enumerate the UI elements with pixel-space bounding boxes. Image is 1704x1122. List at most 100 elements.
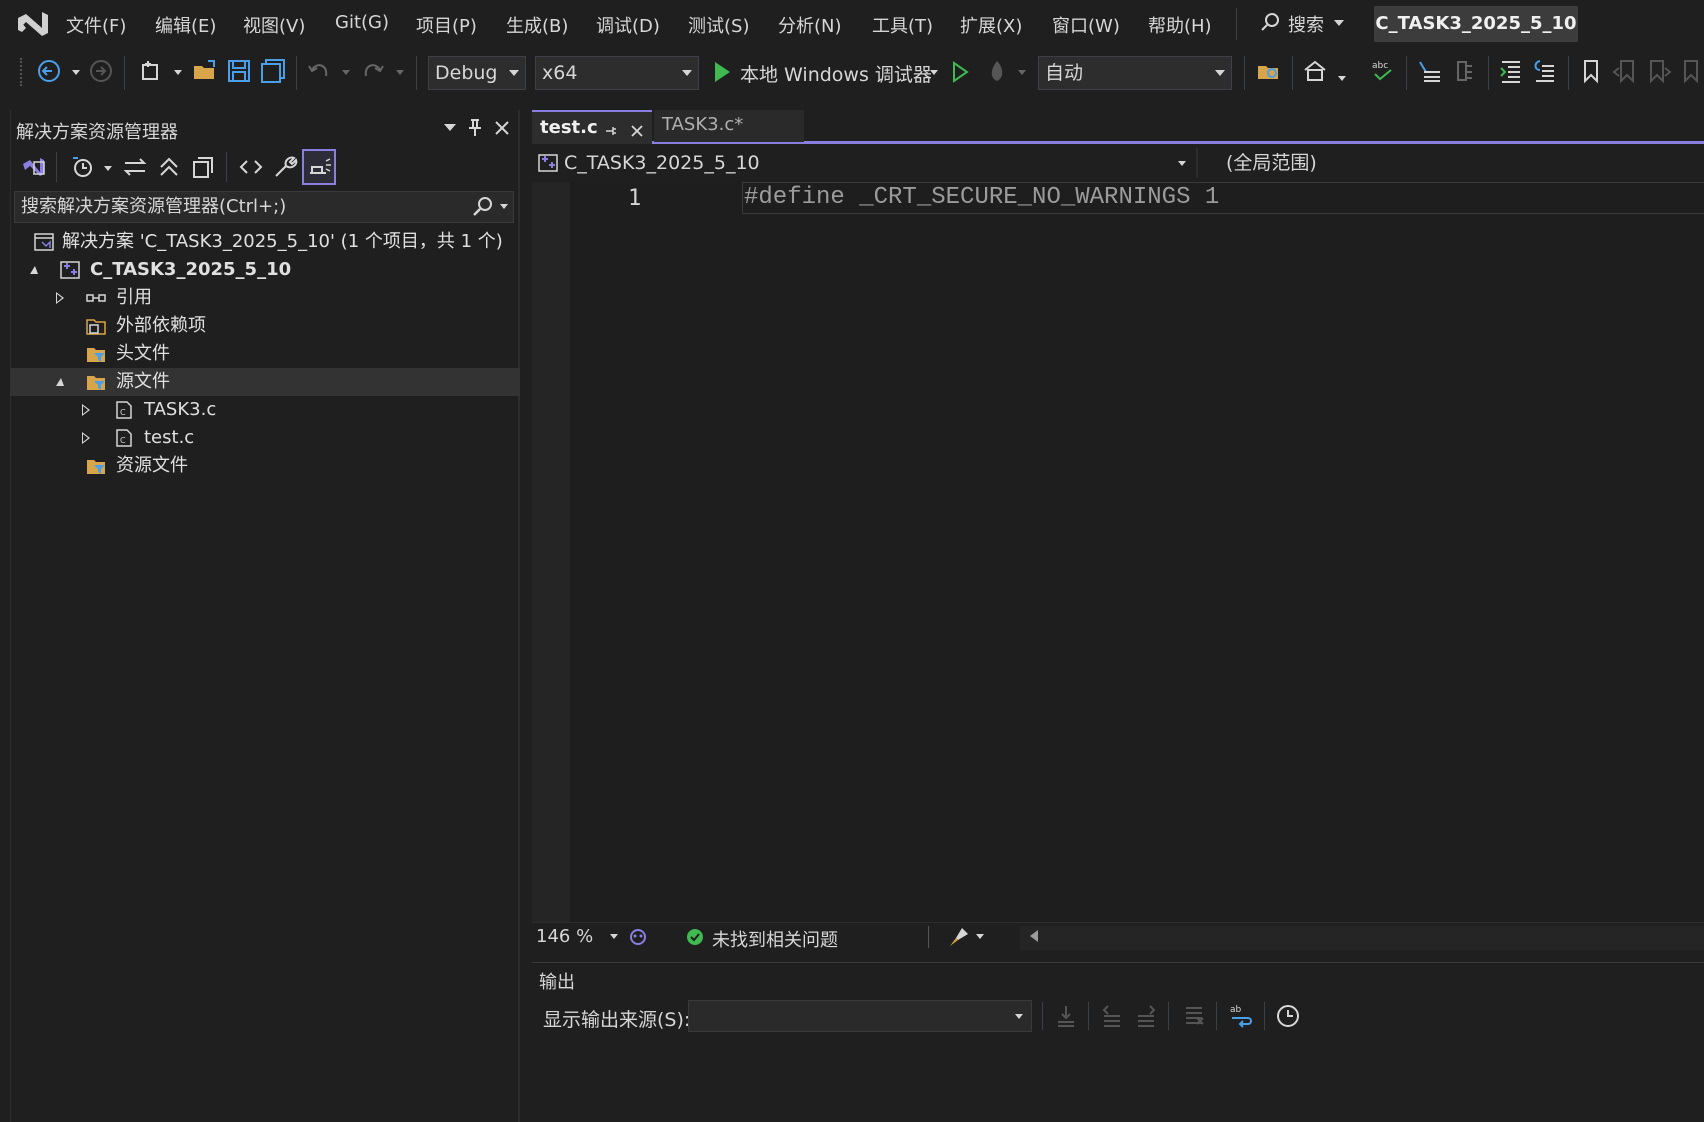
horizontal-scrollbar[interactable]	[1020, 926, 1704, 950]
menu-tools[interactable]: 工具(T)	[872, 12, 933, 38]
panel-options-icon[interactable]	[444, 124, 456, 131]
menu-file[interactable]: 文件(F)	[66, 12, 126, 38]
pending-changes-icon[interactable]	[70, 154, 96, 180]
collapse-icon[interactable]	[56, 378, 64, 386]
tree-item-references[interactable]: 引用	[10, 284, 520, 312]
show-all-files-icon[interactable]	[190, 154, 216, 180]
tab-task3-c[interactable]: TASK3.c*	[654, 110, 804, 142]
menu-analyze[interactable]: 分析(N)	[778, 12, 842, 38]
solution-search-input[interactable]: 搜索解决方案资源管理器(Ctrl+;)	[14, 191, 514, 223]
pin-tab-icon[interactable]	[604, 124, 618, 138]
issues-status[interactable]: 未找到相关问题	[712, 926, 838, 952]
bookmark-icon[interactable]	[1578, 58, 1604, 84]
pin-icon[interactable]	[466, 118, 484, 138]
menu-extensions[interactable]: 扩展(X)	[960, 12, 1022, 38]
cleanup-dropdown-icon[interactable]	[976, 934, 984, 939]
output-source-select[interactable]	[688, 1000, 1032, 1032]
pending-dropdown-icon[interactable]	[104, 166, 112, 171]
next-message-icon[interactable]	[1134, 1004, 1158, 1028]
search-icon[interactable]	[1260, 12, 1280, 32]
code-cleanup-brush-icon[interactable]	[948, 926, 970, 948]
platform-select[interactable]: x64	[535, 56, 699, 90]
menu-window[interactable]: 窗口(W)	[1052, 12, 1120, 38]
search-options-icon[interactable]	[500, 204, 508, 209]
start-without-debug-icon[interactable]	[950, 60, 970, 84]
copilot-icon[interactable]	[628, 926, 648, 948]
menu-help[interactable]: 帮助(H)	[1148, 12, 1212, 38]
new-dropdown-icon[interactable]	[174, 70, 182, 75]
sync-icon[interactable]	[122, 154, 148, 180]
search-label[interactable]: 搜索	[1288, 11, 1324, 37]
zoom-level[interactable]: 146 %	[536, 926, 593, 947]
tree-item-external-deps[interactable]: 外部依赖项	[10, 312, 520, 340]
menu-view[interactable]: 视图(V)	[243, 12, 305, 38]
debugger-dropdown-icon[interactable]	[930, 70, 938, 75]
project-scope-dropdown[interactable]: C_TASK3_2025_5_10	[536, 148, 1194, 178]
tree-item-project[interactable]: C_TASK3_2025_5_10	[10, 256, 520, 284]
tab-test-c[interactable]: test.c	[532, 110, 652, 144]
solution-config-select[interactable]: 自动	[1038, 56, 1232, 90]
preview-selected-items-button[interactable]	[302, 149, 336, 185]
undo-dropdown-icon[interactable]	[342, 70, 350, 75]
view-code-icon[interactable]	[238, 154, 264, 180]
global-scope-dropdown[interactable]: (全局范围)	[1226, 148, 1704, 178]
scroll-left-icon[interactable]	[1030, 930, 1038, 942]
redo-dropdown-icon[interactable]	[396, 70, 404, 75]
next-bookmark-icon[interactable]	[1646, 58, 1672, 84]
menu-project[interactable]: 项目(P)	[416, 12, 477, 38]
outdent-icon[interactable]	[1532, 58, 1558, 84]
collapse-icon[interactable]	[30, 266, 38, 274]
menu-edit[interactable]: 编辑(E)	[155, 12, 216, 38]
hot-reload-icon[interactable]	[984, 58, 1010, 84]
menu-test[interactable]: 测试(S)	[688, 12, 749, 38]
tree-item-task3-c[interactable]: C TASK3.c	[10, 396, 520, 424]
uncomment-icon[interactable]	[1452, 58, 1478, 84]
close-tab-icon[interactable]	[630, 124, 644, 138]
code-editor[interactable]	[570, 182, 1704, 922]
indent-icon[interactable]	[1498, 58, 1524, 84]
prev-message-icon[interactable]	[1100, 1004, 1124, 1028]
save-icon[interactable]	[226, 58, 252, 84]
search-icon[interactable]	[472, 196, 494, 218]
start-debug-icon[interactable]	[712, 60, 732, 84]
menu-build[interactable]: 生成(B)	[506, 12, 568, 38]
toolbar-grip[interactable]	[20, 58, 24, 86]
find-message-icon[interactable]	[1054, 1004, 1078, 1028]
spell-check-icon[interactable]: abc	[1370, 58, 1396, 84]
new-project-icon[interactable]	[138, 58, 164, 84]
properties-wrench-icon[interactable]	[272, 154, 298, 180]
save-all-icon[interactable]	[260, 58, 286, 84]
open-folder-icon[interactable]	[192, 58, 218, 84]
collapse-all-icon[interactable]	[156, 154, 182, 180]
tree-item-source-files[interactable]: 源文件	[10, 368, 520, 396]
prev-bookmark-icon[interactable]	[1612, 58, 1638, 84]
timestamp-clock-icon[interactable]	[1276, 1004, 1300, 1028]
tree-item-resource-files[interactable]: 资源文件	[10, 452, 520, 480]
clear-all-icon[interactable]	[1182, 1004, 1206, 1028]
redo-icon[interactable]	[360, 58, 386, 84]
zoom-dropdown-icon[interactable]	[610, 934, 618, 939]
back-dropdown-icon[interactable]	[72, 70, 80, 75]
close-icon[interactable]	[494, 120, 510, 136]
window-layout-icon[interactable]	[1302, 58, 1328, 84]
back-icon[interactable]	[36, 58, 62, 84]
configuration-select[interactable]: Debug	[428, 56, 526, 90]
layout-dropdown-icon[interactable]	[1338, 76, 1346, 81]
search-dropdown-icon[interactable]	[1334, 20, 1344, 26]
tree-item-solution[interactable]: 解决方案 'C_TASK3_2025_5_10' (1 个项目，共 1 个)	[10, 228, 520, 256]
switch-views-icon[interactable]	[20, 154, 46, 180]
tree-item-header-files[interactable]: 头文件	[10, 340, 520, 368]
tree-item-test-c[interactable]: C test.c	[10, 424, 520, 452]
start-debugger-button[interactable]: 本地 Windows 调试器	[740, 60, 932, 87]
menu-git[interactable]: Git(G)	[335, 12, 389, 33]
code-line-1[interactable]: #define _CRT_SECURE_NO_WARNINGS 1	[744, 184, 1219, 211]
comment-icon[interactable]	[1416, 58, 1442, 84]
clear-bookmarks-icon[interactable]	[1678, 58, 1704, 84]
word-wrap-icon[interactable]: ab	[1228, 1002, 1254, 1028]
visual-studio-logo-icon[interactable]	[16, 8, 50, 40]
menu-debug[interactable]: 调试(D)	[596, 12, 660, 38]
hot-reload-dropdown-icon[interactable]	[1018, 70, 1026, 75]
forward-icon[interactable]	[88, 58, 114, 84]
undo-icon[interactable]	[306, 58, 332, 84]
find-in-files-icon[interactable]	[1256, 58, 1282, 84]
